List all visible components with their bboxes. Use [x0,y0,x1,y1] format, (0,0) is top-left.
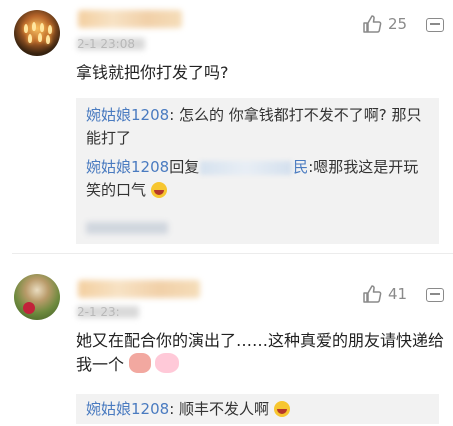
candle-flame [32,22,36,31]
timestamp: 2-1 23:08 [77,37,135,51]
laughing-emoji-icon [150,182,167,198]
thumbs-up-icon [363,285,382,303]
candle-flame [38,33,42,42]
reply-target-redacted[interactable] [200,160,293,175]
reply-target-tail[interactable]: 民 [293,158,308,176]
replies-container: 婉姑娘1208: 顺丰不发人啊 [76,394,439,424]
like-button[interactable]: 25 [362,14,407,34]
replies-container: 婉姑娘1208: 怎么的 你拿钱都打不发不了啊? 那只能打了 婉姑娘1208回复… [76,98,439,244]
blushing-emoji-icon [129,353,152,373]
more-options-icon[interactable] [426,18,444,32]
username-redacted[interactable] [78,10,182,28]
candle-flame [24,24,28,33]
comment-text: 她又在配合你的演出了……这种真爱的朋友请快递给我一个 [76,329,444,377]
rose-decoration [23,302,35,314]
reply-text: : 顺丰不发人啊 [169,400,270,418]
reply-label: 回复 [169,158,200,176]
like-button[interactable]: 41 [362,284,407,304]
comment-divider [12,253,453,254]
more-options-icon[interactable] [426,288,444,302]
thumbs-up-icon [363,15,382,33]
candle-flame [40,23,44,32]
reply-username[interactable]: 婉姑娘1208 [86,106,169,124]
avatar[interactable] [14,274,60,320]
candle-flame [46,35,50,44]
candle-flame [48,25,52,34]
timestamp: 2-1 23: [77,305,120,319]
reply-username[interactable]: 婉姑娘1208 [86,400,169,418]
more-replies-redacted[interactable] [86,222,168,234]
avatar[interactable] [14,10,60,56]
pig-emoji-icon [155,353,180,373]
like-count: 41 [388,285,408,303]
comment-text: 拿钱就把你打发了吗? [76,63,229,82]
reply-item[interactable]: 婉姑娘1208回复 民:嗯那我这是开玩笑的口气 [76,156,439,202]
reply-item[interactable]: 婉姑娘1208: 怎么的 你拿钱都打不发不了啊? 那只能打了 [76,104,439,150]
username-redacted[interactable] [78,280,200,298]
like-count: 25 [388,15,408,33]
reply-username[interactable]: 婉姑娘1208 [86,158,169,176]
comment-item: 2-1 23: 41 她又在配合你的演出了……这种真爱的朋友请快递给我一个 婉姑… [0,256,453,426]
reply-item[interactable]: 婉姑娘1208: 顺丰不发人啊 [76,398,439,421]
comment-item: 2-1 23:08 25 拿钱就把你打发了吗? 婉姑娘1208: 怎么的 你拿钱… [0,0,453,252]
candle-flame [28,34,32,43]
laughing-emoji-icon [273,401,290,417]
